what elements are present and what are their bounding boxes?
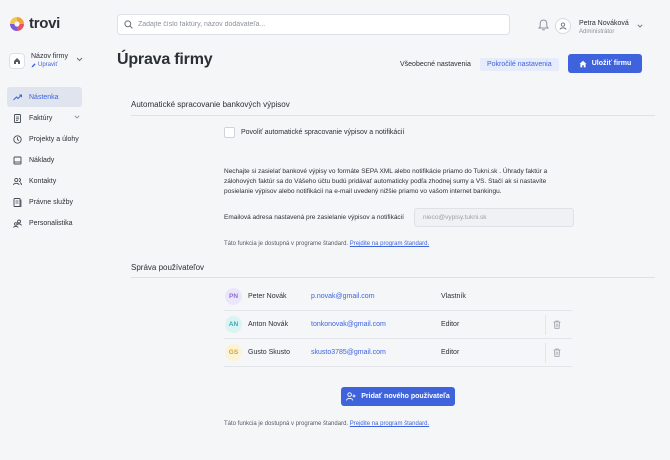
- pencil-icon: [31, 63, 36, 68]
- user-initials-badge: PN: [225, 288, 242, 305]
- sidebar-item-hr[interactable]: Personalistika: [7, 213, 82, 233]
- user-row: PN Peter Novák p.novak@gmail.com Vlastní…: [224, 283, 572, 311]
- users-plan-note: Táto funkcia je dostupná v programe štan…: [224, 421, 429, 427]
- row-separator: [545, 343, 546, 363]
- users-section-title: Správa používateľov: [131, 263, 205, 272]
- auto-processing-checkbox[interactable]: [224, 127, 235, 138]
- user-row-role: Editor: [441, 321, 460, 328]
- user-row-email[interactable]: skusto3785@gmail.com: [311, 349, 386, 356]
- search-icon: [124, 20, 133, 29]
- sidebar-item-label: Personalistika: [29, 219, 73, 227]
- tab-advanced-settings[interactable]: Pokročilé nastavenia: [480, 58, 559, 71]
- chevron-down-icon[interactable]: [637, 24, 643, 28]
- user-row-role: Editor: [441, 349, 460, 356]
- users-icon: [13, 177, 22, 186]
- trend-icon: [13, 93, 22, 102]
- sidebar-item-label: Právne služby: [29, 198, 73, 206]
- tab-general-settings[interactable]: Všeobecné nastavenia: [400, 58, 471, 71]
- people-icon: [13, 219, 22, 228]
- user-name: Petra Nováková: [579, 20, 629, 27]
- sidebar-item-label: Projekty a úlohy: [29, 135, 79, 143]
- sidebar-item-invoices[interactable]: Faktúry: [7, 108, 82, 128]
- user-role: Administrátor: [579, 29, 615, 35]
- company-edit-link[interactable]: Upraviť: [31, 61, 68, 70]
- avatar[interactable]: [555, 18, 571, 34]
- home-icon: [9, 53, 25, 69]
- user-row: GS Gusto Skusto skusto3785@gmail.com Edi…: [224, 339, 572, 367]
- upgrade-plan-link[interactable]: Prejdite na program štandard.: [350, 421, 429, 427]
- search-input[interactable]: [138, 21, 498, 28]
- auto-processing-row: Povoliť automatické spracovanie výpisov …: [224, 127, 404, 138]
- bank-plan-note: Táto funkcia je dostupná v programe štan…: [224, 241, 429, 247]
- chevron-down-icon: [76, 57, 83, 62]
- sidebar-item-projects[interactable]: Projekty a úlohy: [7, 129, 82, 149]
- add-user-icon: [346, 392, 356, 401]
- user-row-email[interactable]: tonkonovak@gmail.com: [311, 321, 386, 328]
- add-user-label: Pridať nového používateľa: [361, 393, 450, 400]
- file-icon: [13, 197, 22, 207]
- user-initials-badge: GS: [225, 344, 242, 361]
- user-row-name: Gusto Skusto: [248, 349, 291, 356]
- app-logo[interactable]: trovi: [9, 15, 60, 32]
- sidebar-item-dashboard[interactable]: Nástenka: [7, 87, 82, 107]
- user-row-name: Peter Novák: [248, 293, 287, 300]
- book-icon: [13, 156, 22, 165]
- company-edit-label: Upraviť: [38, 62, 58, 68]
- sidebar-item-contacts[interactable]: Kontakty: [7, 171, 82, 191]
- save-company-label: Uložiť firmu: [591, 60, 632, 67]
- bank-section-title: Automatické spracovanie bankových výpiso…: [131, 100, 290, 109]
- sidebar-item-label: Nástenka: [29, 93, 59, 101]
- auto-processing-label: Povoliť automatické spracovanie výpisov …: [241, 129, 405, 136]
- user-row: AN Anton Novák tonkonovak@gmail.com Edit…: [224, 311, 572, 339]
- user-menu[interactable]: Petra Nováková Administrátor: [579, 19, 629, 37]
- add-user-button[interactable]: Pridať nového používateľa: [341, 387, 455, 406]
- save-company-button[interactable]: Uložiť firmu: [568, 54, 642, 73]
- email-label: Emailová adresa nastavená pre zasielanie…: [224, 214, 404, 221]
- document-icon: [13, 113, 22, 123]
- sidebar-nav: Nástenka Faktúry Projekty a úlohy Náklad…: [7, 87, 82, 234]
- trash-icon[interactable]: [553, 320, 561, 329]
- row-separator: [545, 315, 546, 335]
- bank-description: Nechajte si zasielať bankové výpisy vo f…: [224, 168, 548, 195]
- sidebar-item-label: Náklady: [29, 156, 55, 164]
- logo-icon: [10, 16, 24, 31]
- divider: [131, 277, 655, 278]
- bell-icon[interactable]: [538, 19, 549, 31]
- sidebar-item-label: Faktúry: [29, 114, 53, 122]
- chevron-down-icon: [74, 115, 80, 119]
- trash-icon[interactable]: [553, 348, 561, 357]
- user-row-email[interactable]: p.novak@gmail.com: [311, 293, 375, 300]
- sidebar-item-legal[interactable]: Právne služby: [7, 192, 82, 212]
- search-bar: [117, 14, 510, 35]
- upgrade-plan-link[interactable]: Prejdite na program štandard.: [350, 241, 429, 247]
- user-row-name: Anton Novák: [248, 321, 289, 328]
- home-icon: [579, 60, 587, 67]
- divider: [131, 115, 655, 116]
- sidebar-item-expenses[interactable]: Náklady: [7, 150, 82, 170]
- company-name: Názov firmy: [31, 53, 68, 60]
- user-row-role: Vlastník: [441, 293, 466, 300]
- sidebar: trovi Názov firmy Upraviť Nástenka Faktú…: [0, 0, 94, 460]
- logo-text: trovi: [29, 15, 61, 32]
- clock-icon: [13, 134, 22, 144]
- plan-note-text: Táto funkcia je dostupná v programe štan…: [224, 421, 349, 427]
- company-switcher[interactable]: Názov firmy Upraviť: [9, 51, 83, 71]
- plan-note-text: Táto funkcia je dostupná v programe štan…: [224, 241, 349, 247]
- sidebar-item-label: Kontakty: [29, 177, 57, 185]
- statement-email-field[interactable]: [414, 208, 574, 227]
- user-initials-badge: AN: [225, 316, 242, 333]
- page-title: Úprava firmy: [117, 51, 213, 68]
- user-icon: [559, 22, 567, 30]
